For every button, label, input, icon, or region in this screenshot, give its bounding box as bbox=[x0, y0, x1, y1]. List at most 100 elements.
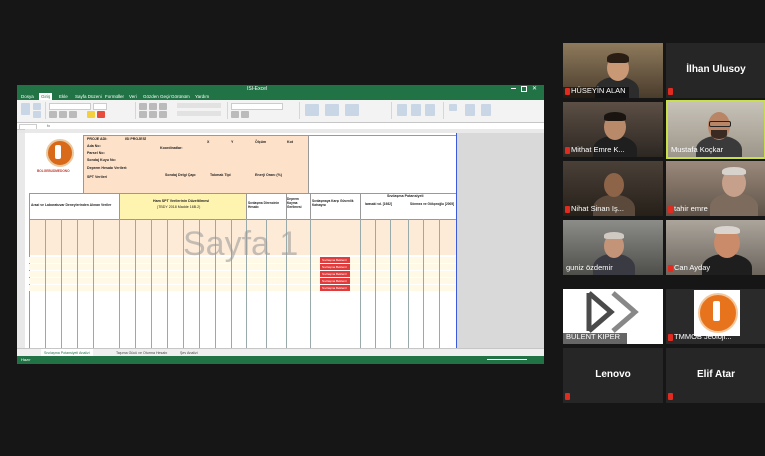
participant-tile-tmmob[interactable]: TMMOB Jeoloji... bbox=[666, 289, 765, 344]
autosum-icon[interactable] bbox=[449, 104, 457, 111]
ada-no-label: Ada No: bbox=[87, 144, 101, 148]
find-select-icon[interactable] bbox=[481, 104, 491, 116]
align-center-icon[interactable] bbox=[149, 111, 157, 118]
participant-name: İlhan Ulusoy bbox=[686, 64, 746, 75]
format-cells-icon[interactable] bbox=[425, 104, 435, 116]
sort-filter-icon[interactable] bbox=[465, 104, 475, 116]
participant-tile-huseyin[interactable]: HÜSEYİN ALAN bbox=[563, 43, 663, 98]
comma-icon[interactable] bbox=[241, 111, 249, 118]
page-watermark: Sayfa 1 bbox=[183, 225, 299, 263]
mic-muted-icon bbox=[668, 393, 673, 400]
merge-center-button[interactable] bbox=[177, 111, 221, 116]
proje-adi-value: ISI PROJESİ bbox=[125, 137, 146, 141]
coord-y-label: Y bbox=[231, 140, 234, 144]
menu-gozden-gecir[interactable]: Gözden Geçir bbox=[143, 93, 171, 100]
excel-status-bar: Hazır bbox=[17, 356, 544, 364]
participant-tile-elif[interactable]: Elif Atar bbox=[666, 348, 765, 403]
arazi-section-bg bbox=[29, 193, 121, 221]
participant-tile-mithat[interactable]: Mithat Emre K... bbox=[563, 102, 663, 157]
project-header-block bbox=[83, 135, 310, 195]
close-icon[interactable]: ✕ bbox=[532, 85, 537, 93]
row-headers[interactable] bbox=[17, 133, 25, 348]
menu-giris[interactable]: Giriş bbox=[39, 93, 53, 100]
excel-title-bar: ISI-Excel ✕ bbox=[17, 85, 544, 93]
participant-name: HÜSEYİN ALAN bbox=[571, 86, 626, 95]
menu-yardim[interactable]: Yardım bbox=[195, 93, 209, 100]
non-print-area bbox=[457, 133, 544, 348]
percent-icon[interactable] bbox=[231, 111, 239, 118]
number-format-select[interactable] bbox=[231, 103, 283, 110]
align-bottom-icon[interactable] bbox=[159, 103, 167, 110]
bk-logo-icon bbox=[586, 291, 639, 333]
font-color-icon[interactable] bbox=[97, 111, 105, 118]
conditional-format-icon[interactable] bbox=[305, 104, 319, 116]
grid-line bbox=[151, 219, 152, 348]
glasses-icon bbox=[709, 121, 731, 127]
sondaj-kuyu-label: Sondaj Kuyu No: bbox=[87, 158, 116, 162]
kot-label: Kot bbox=[287, 140, 293, 144]
grid-line bbox=[408, 219, 409, 348]
worksheet-grid[interactable]: BOLGEBUDMEDONO PROJE ADI: ISI PROJESİ Ad… bbox=[25, 133, 457, 348]
font-name-select[interactable] bbox=[49, 103, 91, 110]
grid-line bbox=[119, 219, 120, 348]
fill-color-icon[interactable] bbox=[87, 111, 95, 118]
minimize-icon[interactable] bbox=[511, 88, 516, 89]
menu-veri[interactable]: Veri bbox=[129, 93, 137, 100]
participant-face bbox=[604, 173, 624, 197]
mic-muted-icon bbox=[668, 88, 673, 95]
insert-cells-icon[interactable] bbox=[397, 104, 407, 116]
zoom-slider[interactable] bbox=[487, 359, 527, 360]
participant-tile-ilhan[interactable]: İlhan Ulusoy bbox=[666, 43, 765, 98]
participant-tile-can[interactable]: Can Ayday bbox=[666, 220, 765, 275]
tmmob-logo-inner-icon bbox=[713, 301, 720, 321]
menu-ekle[interactable]: Ekle bbox=[59, 93, 68, 100]
enerji-label: Enerji Oranı (%) bbox=[255, 173, 282, 177]
align-right-icon[interactable] bbox=[159, 111, 167, 118]
olcum-label: Ölçüm bbox=[255, 140, 267, 144]
excel-window-title: ISI-Excel bbox=[247, 86, 268, 92]
mic-muted-icon bbox=[565, 88, 570, 95]
wrap-text-button[interactable] bbox=[177, 103, 221, 108]
participant-tile-nihat[interactable]: Nihat Sinan Iş... bbox=[563, 161, 663, 216]
underline-icon[interactable] bbox=[69, 111, 77, 118]
paste-icon[interactable] bbox=[21, 103, 30, 115]
participant-tile-guniz[interactable]: guniz özdemir bbox=[563, 220, 663, 275]
participant-tile-mustafa[interactable]: Mustafa Koçkar bbox=[666, 100, 765, 159]
sondaj-delgi-label: Sondaj Delgi Çapı bbox=[165, 173, 196, 177]
grid-line bbox=[93, 219, 94, 348]
mic-muted-icon bbox=[668, 334, 673, 341]
bold-icon[interactable] bbox=[49, 111, 57, 118]
sivilasma-potansiyeli-title: Sıvılaşma Potansiyeli bbox=[387, 194, 424, 198]
clipboard-group bbox=[19, 102, 46, 119]
menu-formuller[interactable]: Formüller bbox=[105, 93, 124, 100]
align-left-icon[interactable] bbox=[139, 111, 147, 118]
copy-icon[interactable] bbox=[33, 111, 41, 118]
menu-dosya[interactable]: Dosya bbox=[21, 93, 34, 100]
participant-hair bbox=[722, 167, 746, 175]
spt-label: SPT Verileri bbox=[87, 175, 107, 179]
koordinatlar-label: Koordinatlar: bbox=[160, 146, 183, 150]
participant-tile-bulent[interactable]: BÜLENT KIPER bbox=[563, 289, 663, 344]
participant-name: Can Ayday bbox=[674, 263, 711, 272]
format-table-icon[interactable] bbox=[325, 104, 339, 116]
align-top-icon[interactable] bbox=[139, 103, 147, 110]
align-middle-icon[interactable] bbox=[149, 103, 157, 110]
participant-tile-tahir[interactable]: tahir emre bbox=[666, 161, 765, 216]
menu-gorunum[interactable]: Görünüm bbox=[171, 93, 190, 100]
grid-line bbox=[167, 219, 168, 348]
delete-cells-icon[interactable] bbox=[411, 104, 421, 116]
participant-tile-lenovo[interactable]: Lenovo bbox=[563, 348, 663, 403]
participant-hair bbox=[604, 112, 626, 121]
grid-line bbox=[45, 219, 46, 348]
tokmak-label: Tokmak Tipi bbox=[210, 173, 231, 177]
maximize-icon[interactable] bbox=[521, 86, 527, 92]
cut-icon[interactable] bbox=[33, 103, 41, 110]
grid-line bbox=[390, 219, 391, 348]
cell-styles-icon[interactable] bbox=[345, 104, 359, 116]
number-group bbox=[229, 102, 300, 119]
italic-icon[interactable] bbox=[59, 111, 67, 118]
menu-sayfa-duzeni[interactable]: Sayfa Düzeni bbox=[75, 93, 102, 100]
participant-name: TMMOB Jeoloji... bbox=[674, 332, 732, 341]
font-size-select[interactable] bbox=[93, 103, 107, 110]
shared-screen-excel[interactable]: ISI-Excel ✕ Dosya Giriş Ekle Sayfa Düzen… bbox=[17, 85, 544, 364]
